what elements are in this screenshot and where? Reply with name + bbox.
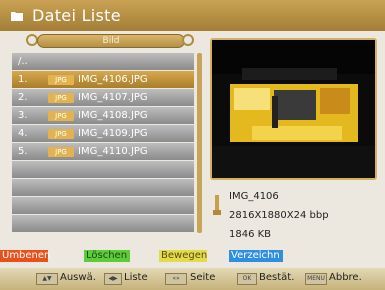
file-name: IMG_4108.JPG bbox=[78, 110, 148, 121]
list-item[interactable]: 3. JPG IMG_4108.JPG bbox=[12, 107, 194, 124]
info-file-name: IMG_4106 bbox=[229, 191, 279, 202]
parent-folder-label: /.. bbox=[18, 56, 28, 67]
empty-row bbox=[12, 161, 194, 178]
file-name: IMG_4110.JPG bbox=[78, 146, 148, 157]
hint-cancel: Abbre. bbox=[329, 272, 362, 283]
preview-photo bbox=[212, 40, 375, 178]
list-item[interactable]: 2. JPG IMG_4107.JPG bbox=[12, 89, 194, 106]
ok-key-icon: OK bbox=[237, 273, 257, 285]
image-info-icon bbox=[213, 195, 221, 215]
title-bar: Datei Liste bbox=[0, 0, 385, 31]
jpg-file-icon: JPG bbox=[48, 92, 74, 103]
item-number: 1. bbox=[18, 74, 28, 85]
page-key-icon: «» bbox=[165, 273, 187, 285]
hint-select: Auswä. bbox=[60, 272, 96, 283]
list-item[interactable]: 5. JPG IMG_4110.JPG bbox=[12, 143, 194, 160]
left-right-key-icon: ◀▶ bbox=[104, 273, 122, 285]
window-title: Datei Liste bbox=[32, 6, 121, 25]
hint-confirm: Bestät. bbox=[259, 272, 295, 283]
empty-row bbox=[12, 197, 194, 214]
file-name: IMG_4106.JPG bbox=[78, 74, 148, 85]
rename-button[interactable]: Umbenen bbox=[0, 250, 50, 262]
jpg-file-icon: JPG bbox=[48, 146, 74, 157]
empty-row bbox=[12, 179, 194, 196]
jpg-file-icon: JPG bbox=[48, 110, 74, 121]
category-right-arrow[interactable] bbox=[182, 34, 194, 46]
list-item[interactable]: 1. JPG IMG_4106.JPG bbox=[12, 71, 194, 88]
file-list: /.. 1. JPG IMG_4106.JPG 2. JPG IMG_4107.… bbox=[12, 53, 194, 233]
info-dimensions: 2816X1880X24 bbp bbox=[229, 210, 329, 221]
file-name: IMG_4107.JPG bbox=[78, 92, 148, 103]
move-button[interactable]: Bewegen bbox=[159, 250, 207, 262]
item-number: 5. bbox=[18, 146, 28, 157]
list-item[interactable]: 4. JPG IMG_4109.JPG bbox=[12, 125, 194, 142]
item-number: 3. bbox=[18, 110, 28, 121]
hint-list: Liste bbox=[124, 272, 148, 283]
category-selector[interactable]: Bild bbox=[37, 34, 185, 48]
info-file-size: 1846 KB bbox=[229, 229, 272, 240]
jpg-file-icon: JPG bbox=[48, 74, 74, 85]
jpg-file-icon: JPG bbox=[48, 128, 74, 139]
list-scrollbar[interactable] bbox=[197, 53, 202, 233]
parent-folder-row[interactable]: /.. bbox=[12, 53, 194, 70]
item-number: 4. bbox=[18, 128, 28, 139]
folder-icon bbox=[11, 11, 23, 21]
menu-key-icon: MENU bbox=[305, 273, 327, 285]
hint-page: Seite bbox=[190, 272, 216, 283]
empty-row bbox=[12, 215, 194, 232]
image-preview bbox=[210, 38, 377, 180]
delete-button[interactable]: Löschen bbox=[84, 250, 130, 262]
item-number: 2. bbox=[18, 92, 28, 103]
up-down-key-icon: ▲▼ bbox=[36, 273, 58, 285]
file-name: IMG_4109.JPG bbox=[78, 128, 148, 139]
directory-button[interactable]: Verzeichn bbox=[229, 250, 283, 262]
